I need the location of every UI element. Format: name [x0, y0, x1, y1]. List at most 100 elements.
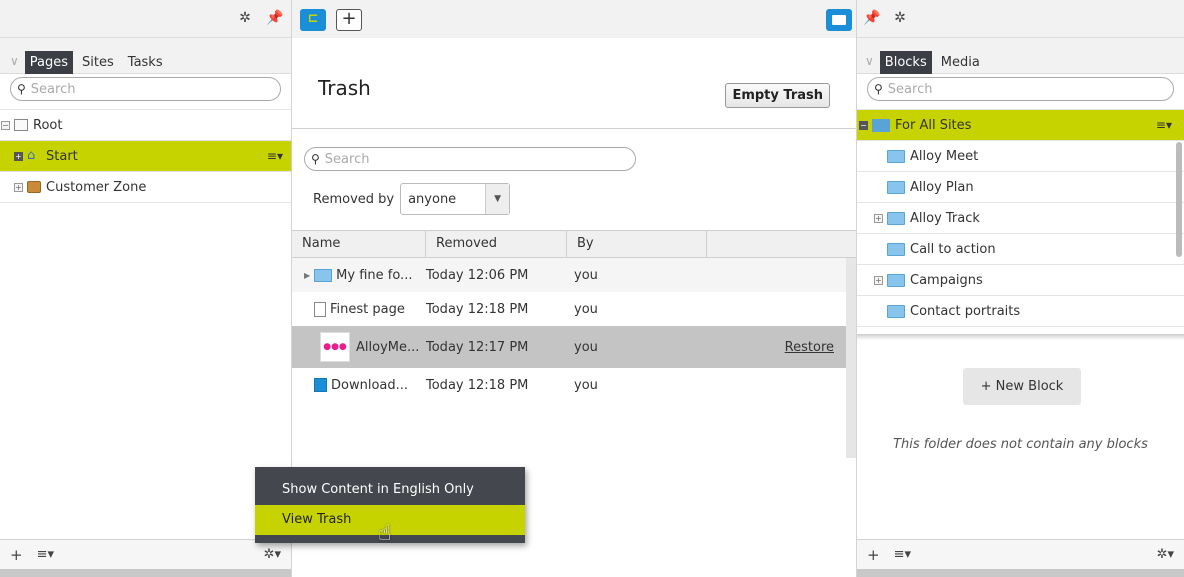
folder-icon [887, 304, 905, 318]
pages-pane: ✲ 📌 ∨ Pages Sites Tasks ⚲ − Root + ⌂ Sta… [0, 0, 292, 577]
pin-icon[interactable]: 📌 [863, 9, 881, 27]
table-row[interactable]: ●●● AlloyMe... Today 12:17 PM you Restor… [292, 326, 856, 368]
chevron-down-icon[interactable]: ∨ [10, 54, 19, 68]
tree-item-label: Call to action [910, 241, 996, 257]
by-cell: you [574, 301, 598, 317]
tree-item-for-all-sites[interactable]: − For All Sites ≡▾ [857, 110, 1184, 141]
search-icon: ⚲ [311, 152, 320, 166]
tree-item-label: Root [33, 117, 63, 133]
name-cell: Finest page [292, 301, 420, 317]
page-tree: − Root + ⌂ Start ≡▾ + Customer Zone [0, 109, 291, 203]
tab-tasks[interactable]: Tasks [123, 51, 168, 74]
blocks-search-input[interactable] [887, 81, 1127, 97]
blocks-search[interactable]: ⚲ [867, 77, 1174, 101]
removed-by-value: anyone [408, 191, 457, 207]
tab-blocks[interactable]: Blocks [879, 51, 932, 74]
collapse-icon[interactable]: − [1, 120, 10, 130]
expand-triangle-icon[interactable]: ▶ [304, 271, 310, 280]
add-button[interactable]: + [336, 9, 362, 31]
new-block-button[interactable]: + New Block [963, 368, 1081, 405]
removed-cell: Today 12:18 PM [426, 301, 529, 317]
chevron-down-icon[interactable]: ∨ [865, 54, 874, 68]
settings-gear-icon[interactable]: ✲▾ [1157, 547, 1174, 562]
column-header-actions [707, 231, 856, 257]
item-name: AlloyMe... [356, 339, 420, 355]
footer-strip [0, 569, 291, 577]
search-icon: ⚲ [17, 82, 26, 96]
folder-icon [887, 273, 905, 287]
column-header-removed[interactable]: Removed [426, 231, 567, 257]
restore-link[interactable]: Restore [785, 340, 834, 355]
tree-splitter[interactable] [857, 334, 1184, 340]
folder-icon [887, 211, 905, 225]
removed-by-filter: Removed by anyone ▼ [313, 183, 511, 215]
folder-icon [887, 180, 905, 194]
list-menu-icon[interactable]: ≡▾ [37, 547, 54, 562]
trash-search-input[interactable] [324, 151, 584, 167]
list-menu-icon[interactable]: ≡▾ [894, 547, 911, 562]
scrollbar[interactable] [846, 258, 856, 458]
expand-icon[interactable]: + [14, 151, 23, 161]
context-menu-icon[interactable]: ≡▾ [1156, 118, 1172, 132]
add-icon[interactable]: + [867, 546, 880, 564]
context-menu-icon[interactable]: ≡▾ [267, 149, 283, 163]
dropdown-arrow-icon[interactable]: ▼ [485, 184, 510, 214]
tree-item-label: Alloy Plan [910, 179, 974, 195]
tree-item-label: Alloy Meet [910, 148, 979, 164]
gear-icon[interactable]: ✲ [236, 9, 254, 27]
document-icon [314, 378, 327, 392]
tab-sites[interactable]: Sites [77, 51, 119, 74]
tree-item-call-to-action[interactable]: Call to action [857, 234, 1184, 265]
settings-gear-icon[interactable]: ✲▾ [264, 547, 281, 562]
expand-icon[interactable]: + [874, 213, 883, 223]
folder-icon [887, 149, 905, 163]
removed-by-select[interactable]: anyone ▼ [400, 183, 511, 215]
tree-item-alloy-plan[interactable]: Alloy Plan [857, 172, 1184, 203]
table-row[interactable]: Finest page Today 12:18 PM you [292, 292, 856, 326]
removed-cell: Today 12:06 PM [426, 267, 529, 283]
pin-icon[interactable]: 📌 [266, 9, 284, 27]
pages-search-input[interactable] [30, 81, 242, 97]
by-cell: you [574, 339, 598, 355]
tree-item-label: Alloy Track [910, 210, 980, 226]
tree-item-label: Contact portraits [910, 303, 1021, 319]
tree-item-customer-zone[interactable]: + Customer Zone [0, 172, 291, 203]
trash-grid: Name Removed By ▶ My fine fo... Today 12… [292, 230, 856, 402]
page-title: Trash [318, 76, 371, 100]
tree-item-campaigns[interactable]: + Campaigns [857, 265, 1184, 296]
pages-pane-footer: + ≡▾ ✲▾ [0, 539, 291, 569]
add-icon[interactable]: + [10, 546, 23, 564]
tree-item-alloy-track[interactable]: + Alloy Track [857, 203, 1184, 234]
footer-strip [857, 569, 1184, 577]
tab-pages[interactable]: Pages [24, 51, 74, 74]
item-name: Finest page [330, 301, 405, 317]
tab-media[interactable]: Media [936, 51, 985, 74]
pages-search[interactable]: ⚲ [10, 77, 281, 101]
column-header-by[interactable]: By [567, 231, 707, 257]
scrollbar[interactable] [1176, 142, 1182, 257]
page-icon [314, 301, 326, 317]
toggle-navigation-pane-button[interactable]: ⊏ [300, 9, 326, 31]
trash-search[interactable]: ⚲ [304, 147, 636, 171]
global-folder-icon [872, 118, 890, 132]
tree-item-label: Customer Zone [46, 179, 147, 195]
collapse-icon[interactable]: − [859, 120, 868, 130]
gear-icon[interactable]: ✲ [891, 9, 909, 27]
expand-icon[interactable]: + [14, 182, 23, 192]
menu-item-show-english-only[interactable]: Show Content in English Only [255, 475, 525, 505]
blocks-tree: − For All Sites ≡▾ Alloy Meet Alloy Plan… [857, 109, 1184, 327]
empty-trash-button[interactable]: Empty Trash [725, 83, 830, 108]
tree-item-alloy-meet[interactable]: Alloy Meet [857, 141, 1184, 172]
search-icon: ⚲ [874, 82, 883, 96]
table-row[interactable]: Download... Today 12:18 PM you [292, 368, 856, 402]
table-row[interactable]: ▶ My fine fo... Today 12:06 PM you [292, 258, 856, 292]
tree-item-start[interactable]: + ⌂ Start ≡▾ [0, 141, 291, 172]
column-header-name[interactable]: Name [292, 231, 426, 257]
tree-item-root[interactable]: − Root [0, 110, 291, 141]
container-page-icon [27, 181, 41, 193]
home-icon: ⌂ [27, 148, 36, 163]
tree-item-label: For All Sites [895, 117, 972, 133]
tree-item-contact-portraits[interactable]: Contact portraits [857, 296, 1184, 327]
expand-icon[interactable]: + [874, 275, 883, 285]
toggle-assets-pane-button[interactable] [826, 9, 852, 31]
